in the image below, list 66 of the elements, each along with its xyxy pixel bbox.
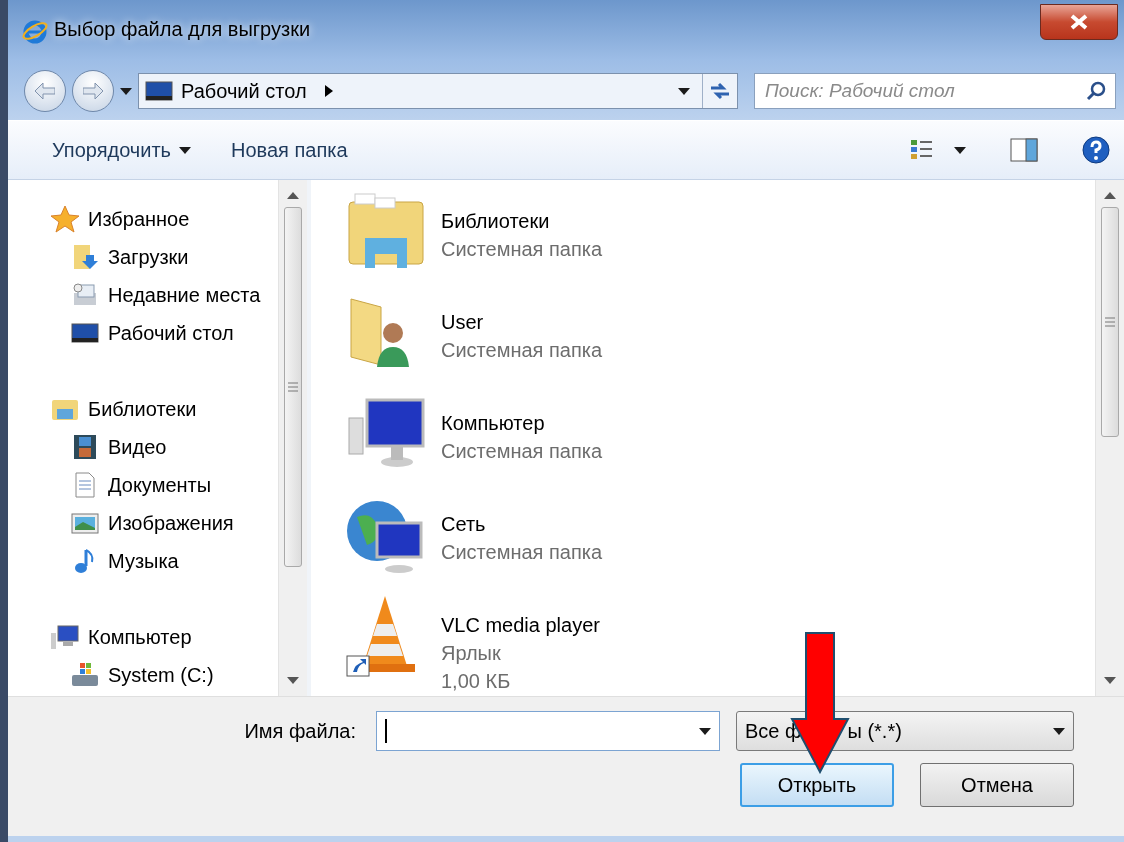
nav-item[interactable]: Видео — [108, 435, 167, 459]
computer-icon — [50, 623, 80, 651]
organize-menu[interactable]: Упорядочить — [42, 132, 201, 168]
nav-item[interactable]: Рабочий стол — [108, 321, 234, 345]
nav-item[interactable]: System (C:) — [108, 663, 214, 687]
file-detail: Системная папка — [441, 440, 603, 463]
file-detail: Системная папка — [441, 238, 603, 261]
file-name-field[interactable] — [376, 711, 720, 751]
caret-down-icon — [1053, 727, 1065, 735]
file-name[interactable]: Сеть — [441, 513, 603, 536]
breadcrumb-arrow-icon[interactable] — [324, 85, 333, 97]
address-bar[interactable]: Рабочий стол — [138, 73, 738, 109]
search-icon[interactable] — [1086, 81, 1106, 101]
scroll-up-icon[interactable] — [287, 192, 299, 199]
forward-arrow-icon — [83, 83, 103, 99]
scroll-thumb[interactable] — [284, 207, 302, 567]
forward-button[interactable] — [72, 70, 114, 112]
scroll-down-icon[interactable] — [287, 677, 299, 684]
cancel-button[interactable]: Отмена — [920, 763, 1074, 807]
close-button[interactable] — [1040, 4, 1118, 40]
desktop-icon — [145, 80, 173, 102]
nav-group-item[interactable]: Библиотеки — [88, 397, 197, 421]
file-name[interactable]: Библиотеки — [441, 210, 603, 233]
scroll-down-icon[interactable] — [1104, 677, 1116, 684]
nav-group-item[interactable]: Компьютер — [88, 625, 192, 649]
close-icon — [1070, 14, 1088, 30]
window-title: Выбор файла для выгрузки — [54, 18, 311, 41]
file-type-text: ы (*.*) — [847, 719, 902, 743]
caret-down-icon — [179, 146, 191, 154]
scroll-bar[interactable] — [278, 180, 307, 696]
help-icon[interactable] — [1082, 136, 1110, 164]
file-name[interactable]: User — [441, 311, 603, 334]
nav-item[interactable]: Изображения — [108, 511, 234, 535]
nav-item[interactable]: Недавние места — [108, 283, 261, 307]
address-caret-icon — [678, 87, 690, 95]
grip-icon — [288, 382, 298, 392]
file-detail: Системная папка — [441, 541, 603, 564]
scroll-up-icon[interactable] — [1104, 192, 1116, 199]
nav-group-item[interactable]: Избранное — [88, 207, 190, 231]
nav-item[interactable]: Музыка — [108, 549, 179, 573]
text-cursor-icon — [385, 719, 387, 743]
nav-item[interactable]: Загрузки — [108, 245, 189, 269]
file-name-label: Имя файла: — [244, 719, 356, 743]
file-name-caret-icon — [699, 727, 711, 735]
drive-icon — [70, 661, 100, 689]
search-field[interactable]: Поиск: Рабочий стол — [754, 73, 1116, 109]
preview-pane-icon[interactable] — [1010, 138, 1038, 162]
scroll-thumb[interactable] — [1101, 207, 1119, 437]
open-button[interactable]: Открыть — [740, 763, 894, 807]
file-name[interactable]: Компьютер — [441, 412, 603, 435]
grip-icon — [1105, 317, 1115, 327]
scroll-bar[interactable] — [1095, 180, 1124, 696]
toolbar-button[interactable]: Новая папка — [221, 132, 358, 168]
view-options-icon[interactable] — [910, 138, 934, 162]
history-caret-icon — [120, 87, 132, 95]
back-arrow-icon — [35, 83, 55, 99]
star-icon — [50, 205, 80, 233]
file-detail: Системная папка — [441, 339, 603, 362]
back-button[interactable] — [24, 70, 66, 112]
view-caret-icon — [954, 146, 966, 154]
address-path: Рабочий стол — [181, 79, 307, 103]
file-detail: Ярлык — [441, 642, 502, 665]
file-detail: 1,00 КБ — [441, 670, 512, 693]
browser-logo-icon — [22, 18, 48, 44]
file-name[interactable]: VLC media player — [441, 614, 600, 637]
nav-item[interactable]: Документы — [108, 473, 212, 497]
